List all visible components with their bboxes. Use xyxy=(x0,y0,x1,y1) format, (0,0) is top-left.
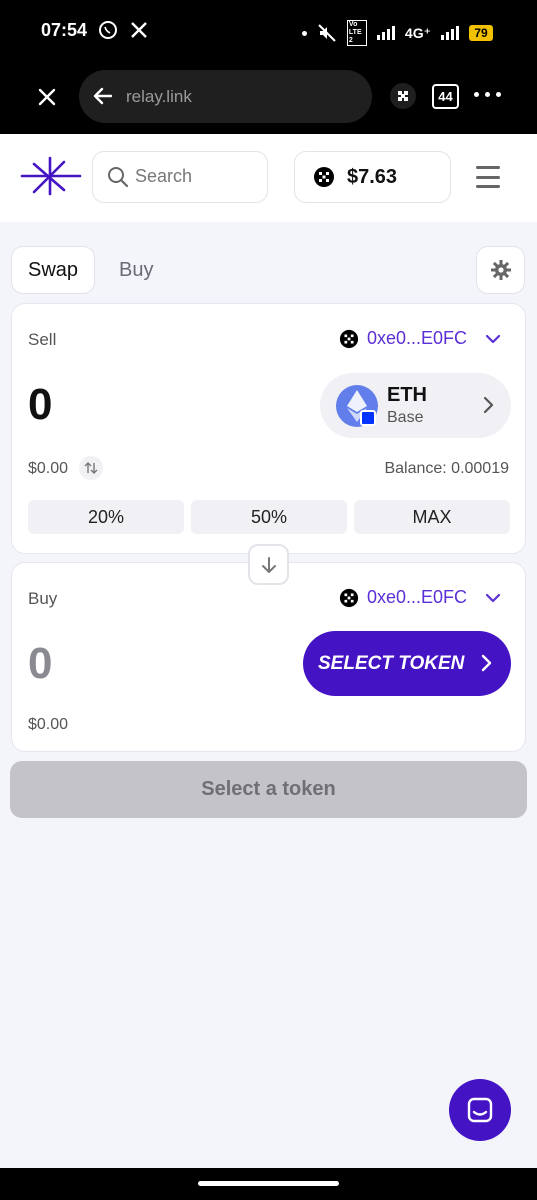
sell-token-chain: Base xyxy=(387,409,424,426)
url-bar[interactable]: relay.link xyxy=(79,70,372,123)
chevron-down-icon xyxy=(485,334,501,343)
wallet-avatar-icon xyxy=(339,588,359,607)
status-time: 07:54 xyxy=(41,20,88,40)
x-logo-icon xyxy=(131,22,147,38)
wallet-button[interactable]: $7.63 xyxy=(294,151,451,203)
browser-toolbar: relay.link 44 xyxy=(0,62,537,134)
percent-20-button[interactable]: 20% xyxy=(28,500,184,534)
sell-address: 0xe0...E0FC xyxy=(366,328,467,348)
swap-tabs: Swap Buy xyxy=(11,246,170,294)
chat-icon xyxy=(467,1097,493,1123)
tab-buy[interactable]: Buy xyxy=(103,246,169,294)
support-chat-button[interactable] xyxy=(449,1079,511,1141)
tab-swap[interactable]: Swap xyxy=(11,246,96,294)
chevron-down-icon xyxy=(485,593,501,602)
close-icon[interactable] xyxy=(34,84,60,110)
sell-usd-value: $0.00 xyxy=(28,460,69,477)
whatsapp-icon xyxy=(99,21,117,39)
wallet-avatar-icon xyxy=(339,329,359,348)
buy-label: Buy xyxy=(28,589,58,608)
wallet-avatar-icon xyxy=(314,167,334,187)
chevron-right-icon xyxy=(483,396,494,414)
percent-buttons: 20% 50% MAX xyxy=(28,500,510,534)
gear-icon xyxy=(490,260,511,280)
select-a-token-button[interactable]: Select a token xyxy=(10,761,527,818)
buy-card: Buy 0xe0...E0FC 0 SELECT TOKEN $0.00 xyxy=(11,562,526,752)
buy-usd-value: $0.00 xyxy=(28,716,69,733)
swap-vertical-icon xyxy=(84,462,98,474)
sell-label: Sell xyxy=(28,330,57,349)
app-header: $7.63 xyxy=(0,134,537,222)
mute-icon xyxy=(318,24,336,42)
network-type: 4G⁺ xyxy=(404,24,431,41)
back-arrow-icon[interactable] xyxy=(91,84,115,108)
arrow-down-icon xyxy=(261,556,276,573)
signal-2-icon xyxy=(441,26,459,40)
signal-icon xyxy=(376,26,395,40)
tab-switcher-button[interactable]: 44 xyxy=(432,84,459,109)
sell-card: Sell 0xe0...E0FC 0 ETH Base $0.00 Balanc… xyxy=(11,303,526,554)
settings-button[interactable] xyxy=(476,246,525,294)
battery-icon: 79 xyxy=(469,25,493,41)
buy-address-selector[interactable]: 0xe0...E0FC xyxy=(339,587,503,608)
sell-token-selector[interactable]: ETH Base xyxy=(320,373,511,438)
url-text: relay.link xyxy=(126,87,192,106)
relay-logo-icon[interactable] xyxy=(20,154,82,198)
sell-amount-input[interactable]: 0 xyxy=(28,380,52,430)
flip-direction-button[interactable] xyxy=(248,544,289,585)
status-bar: 07:54 Vo LTE 2 4G⁺ 79 xyxy=(0,0,537,62)
buy-amount-input[interactable]: 0 xyxy=(28,639,52,689)
sell-balance: Balance: 0.00019 xyxy=(384,460,509,477)
search-input[interactable] xyxy=(135,166,255,187)
wallet-balance: $7.63 xyxy=(347,165,398,188)
search-icon xyxy=(108,167,129,188)
select-token-button[interactable]: SELECT TOKEN xyxy=(303,631,511,696)
swap-panel: Swap Buy Sell 0xe0...E0FC 0 ETH Base $0.… xyxy=(0,222,537,1168)
max-button[interactable]: MAX xyxy=(354,500,510,534)
more-options-icon[interactable] xyxy=(474,92,501,97)
sell-address-selector[interactable]: 0xe0...E0FC xyxy=(339,328,503,349)
percent-50-button[interactable]: 50% xyxy=(191,500,347,534)
notification-dot-icon xyxy=(301,30,307,36)
site-settings-icon[interactable] xyxy=(389,82,417,110)
hamburger-menu-icon[interactable] xyxy=(476,166,500,188)
chevron-right-icon xyxy=(481,654,492,672)
select-token-label: SELECT TOKEN xyxy=(318,652,465,674)
search-box[interactable] xyxy=(92,151,268,203)
buy-address: 0xe0...E0FC xyxy=(366,587,467,607)
home-gesture-handle[interactable] xyxy=(198,1181,339,1186)
eth-base-token-icon xyxy=(336,385,378,427)
toggle-currency-button[interactable] xyxy=(79,456,103,480)
system-nav-bar xyxy=(0,1168,537,1200)
volte-badge: Vo LTE 2 xyxy=(346,20,367,46)
sell-token-symbol: ETH xyxy=(387,384,427,406)
